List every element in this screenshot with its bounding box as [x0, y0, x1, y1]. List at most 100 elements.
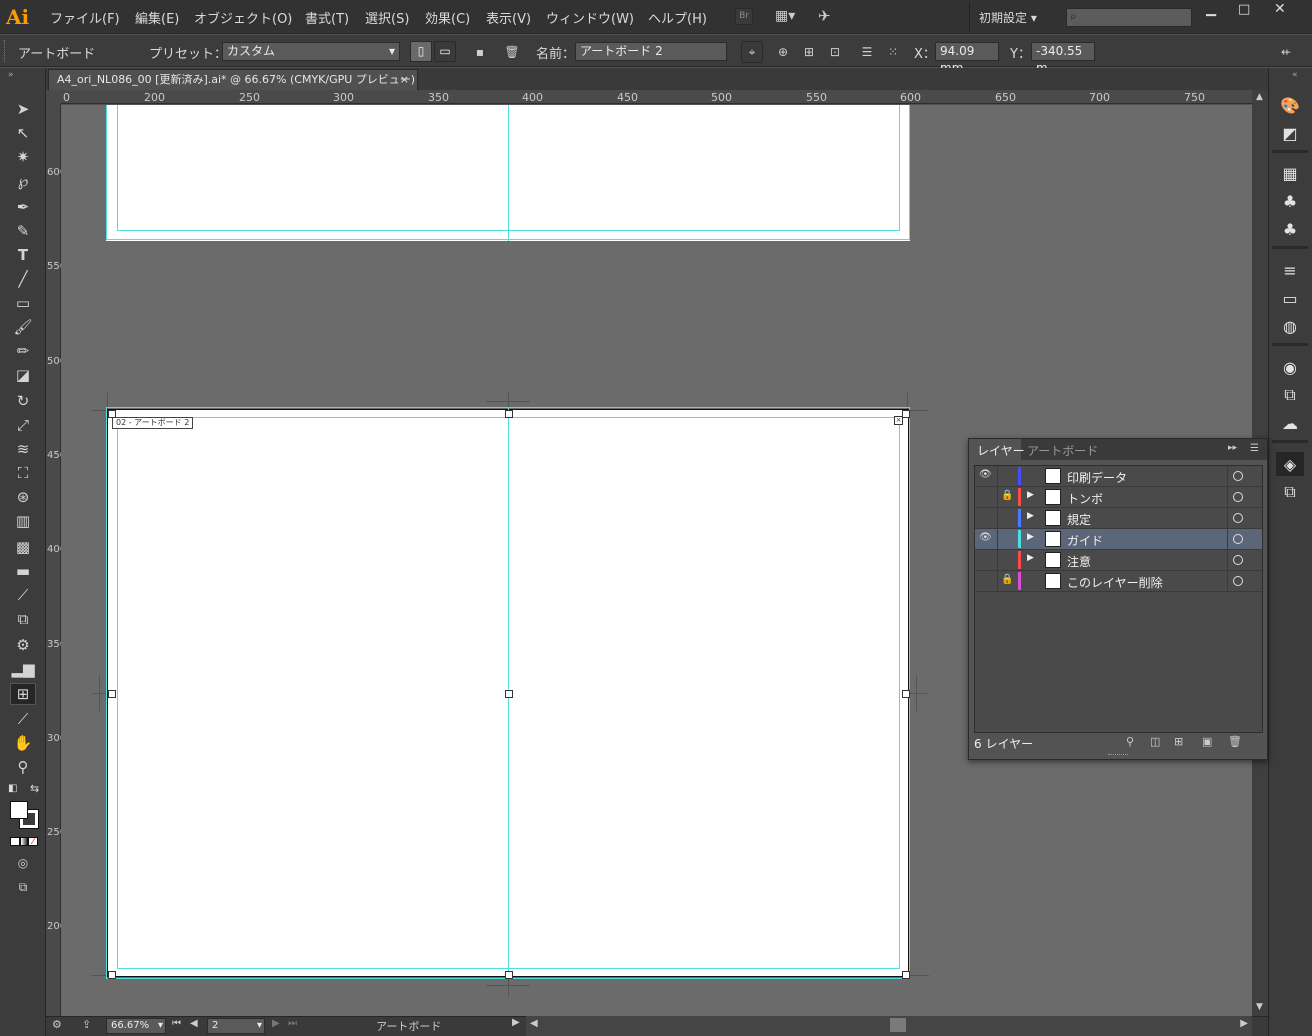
maximize-button[interactable]: □	[1238, 2, 1250, 17]
menu-window[interactable]: ウィンドウ(W)	[546, 8, 634, 27]
collapse-panel-icon[interactable]: ▸▸	[1228, 443, 1237, 453]
minimize-button[interactable]: ▁	[1206, 2, 1216, 17]
artboard-name-input[interactable]: アートボード 2	[575, 42, 727, 61]
symbol-sprayer-tool-icon[interactable]: ⚙	[10, 634, 36, 656]
layer-name[interactable]: 規定	[1067, 511, 1091, 528]
artboard-handle[interactable]	[505, 971, 513, 979]
delete-artboard-icon[interactable]: 🗑	[502, 42, 522, 62]
symbols-panel-icon[interactable]: ♣	[1276, 217, 1304, 241]
lock-icon[interactable]: 🔒	[1001, 490, 1015, 501]
swatches-panel-icon[interactable]: ▦	[1276, 161, 1304, 185]
reference-point-icon[interactable]: ⁙	[883, 42, 903, 62]
lasso-tool-icon[interactable]: ℘	[10, 170, 36, 192]
magic-wand-tool-icon[interactable]: ✷	[10, 146, 36, 168]
warp-tool-icon[interactable]: ≋	[10, 438, 36, 460]
horizontal-ruler[interactable]: 0 200 250 300 350 400 450 500 550 600 65…	[61, 90, 1252, 104]
drawing-mode-icon[interactable]: ◎	[10, 852, 36, 874]
graphic-styles-icon[interactable]: ⧉	[1276, 383, 1304, 407]
y-coordinate-input[interactable]: -340.55 m	[1031, 42, 1095, 75]
scroll-right-icon[interactable]: ▶	[1240, 1018, 1248, 1029]
artboard-number-select[interactable]: 2 ▾	[207, 1018, 265, 1034]
menu-object[interactable]: オブジェクト(O)	[194, 8, 292, 27]
close-window-button[interactable]: ✕	[1274, 1, 1286, 17]
artboard-handle[interactable]	[902, 690, 910, 698]
selection-tool-icon[interactable]: ➤	[10, 98, 36, 120]
artboard-handle[interactable]	[505, 410, 513, 418]
panel-menu-icon[interactable]: ☰	[1250, 443, 1259, 454]
new-layer-icon[interactable]: ▣	[1202, 735, 1212, 748]
delete-layer-icon[interactable]: 🗑	[1228, 735, 1242, 748]
artboard-options-icon[interactable]: ☰	[857, 42, 877, 62]
layer-row[interactable]: 👁 印刷データ	[975, 466, 1262, 487]
make-clipping-mask-icon[interactable]: ◫	[1150, 735, 1160, 748]
gradient-mode-button[interactable]	[20, 837, 28, 846]
artboard-handle[interactable]	[902, 971, 910, 979]
menu-file[interactable]: ファイル(F)	[50, 8, 120, 27]
eraser-tool-icon[interactable]: ◪	[10, 364, 36, 386]
default-colors-icon[interactable]: ◧	[8, 783, 17, 794]
expand-triangle-icon[interactable]: ▶	[1027, 511, 1034, 521]
color-mode-button[interactable]	[10, 837, 20, 846]
new-sublayer-icon[interactable]: ⊞	[1174, 735, 1183, 748]
appearance-panel-icon[interactable]: ◉	[1276, 355, 1304, 379]
x-coordinate-input[interactable]: 94.09 mm	[935, 42, 999, 75]
last-artboard-icon[interactable]: ⏭	[288, 1018, 297, 1029]
artboard-handle[interactable]	[108, 410, 116, 418]
show-cross-hairs-icon[interactable]: ⊞	[799, 42, 819, 62]
landscape-orientation-button[interactable]: ▭	[434, 41, 456, 62]
bridge-button[interactable]: Br	[735, 8, 753, 25]
new-artboard-icon[interactable]: ▪	[470, 42, 490, 62]
target-circle-icon[interactable]	[1233, 471, 1243, 481]
perspective-grid-tool-icon[interactable]: ▥	[10, 510, 36, 532]
type-tool-icon[interactable]: T	[10, 244, 36, 266]
portrait-orientation-button[interactable]: ▯	[410, 41, 432, 62]
transparency-panel-icon[interactable]: ◍	[1276, 314, 1304, 338]
eyedropper-tool-icon[interactable]: ⟋	[10, 584, 36, 606]
free-transform-tool-icon[interactable]: ⛶	[10, 462, 36, 484]
shape-builder-tool-icon[interactable]: ⊛	[10, 486, 36, 508]
first-artboard-icon[interactable]: ⏮	[172, 1018, 181, 1029]
menu-view[interactable]: 表示(V)	[486, 8, 531, 27]
layer-name[interactable]: 注意	[1067, 553, 1091, 570]
search-input[interactable]: ⌕	[1066, 8, 1192, 27]
zoom-tool-icon[interactable]: ⚲	[10, 756, 36, 778]
move-copy-artwork-icon[interactable]: ⌖	[741, 41, 763, 63]
control-bar-grip[interactable]	[4, 40, 7, 62]
direct-selection-tool-icon[interactable]: ↖	[10, 122, 36, 144]
pencil-tool-icon[interactable]: ✏	[10, 340, 36, 362]
layer-name[interactable]: このレイヤー削除	[1067, 574, 1163, 591]
gpu-performance-icon[interactable]: ✈	[818, 7, 838, 27]
scroll-up-icon[interactable]: ▲	[1256, 92, 1263, 102]
preset-select[interactable]: カスタム ▾	[222, 42, 400, 61]
screen-mode-icon[interactable]: ⧉	[10, 876, 36, 898]
scale-tool-icon[interactable]: ⤢	[10, 414, 36, 436]
scroll-thumb[interactable]	[890, 1018, 906, 1032]
curvature-tool-icon[interactable]: ✎	[10, 220, 36, 242]
target-circle-icon[interactable]	[1233, 555, 1243, 565]
artboard-handle[interactable]	[902, 410, 910, 418]
target-circle-icon[interactable]	[1233, 534, 1243, 544]
visibility-eye-icon[interactable]: 👁	[979, 532, 993, 543]
visibility-eye-icon[interactable]: 👁	[979, 469, 993, 480]
menu-help[interactable]: ヘルプ(H)	[648, 8, 707, 27]
rectangle-tool-icon[interactable]: ▭	[10, 292, 36, 314]
collapse-panel-icon[interactable]: »	[8, 70, 14, 80]
expand-triangle-icon[interactable]: ▶	[1027, 532, 1034, 542]
stroke-panel-icon[interactable]: ≡	[1276, 258, 1304, 282]
layer-row[interactable]: 🔒 ▶ トンボ	[975, 487, 1262, 508]
close-tab-button[interactable]: ×	[400, 70, 409, 90]
rotate-tool-icon[interactable]: ↻	[10, 390, 36, 412]
layer-row-selected[interactable]: 👁 ▶ ガイド	[975, 529, 1262, 550]
panel-resize-grip[interactable]	[1108, 754, 1128, 756]
layer-name[interactable]: 印刷データ	[1067, 469, 1127, 486]
status-menu-icon[interactable]: ▶	[512, 1017, 520, 1028]
previous-artboard-icon[interactable]: ◀	[190, 1018, 198, 1029]
cc-sync-icon[interactable]: ⚙	[52, 1018, 62, 1031]
menu-effect[interactable]: 効果(C)	[425, 8, 470, 27]
none-mode-button[interactable]: ⁄	[28, 837, 38, 846]
expand-triangle-icon[interactable]: ▶	[1027, 490, 1034, 500]
gradient-panel-icon[interactable]: ▭	[1276, 286, 1304, 310]
color-panel-icon[interactable]: 🎨	[1276, 93, 1304, 117]
target-circle-icon[interactable]	[1233, 576, 1243, 586]
ruler-origin[interactable]	[46, 90, 61, 104]
